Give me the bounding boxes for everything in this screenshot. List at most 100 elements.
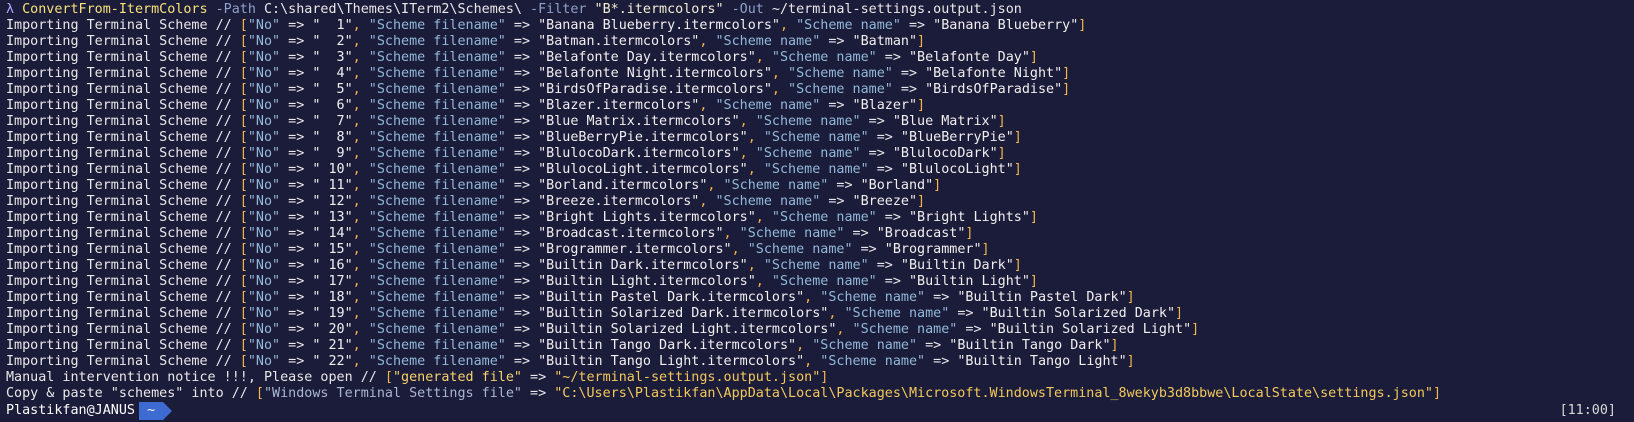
arrow-operator: => <box>288 50 305 65</box>
import-number: " 16" <box>312 258 353 273</box>
filename-key: "Scheme filename" <box>368 258 506 273</box>
scheme-name: "Builtin Pastel Dark" <box>957 290 1127 305</box>
comma: , <box>739 114 756 129</box>
bracket-open: [ <box>239 290 248 305</box>
no-key: "No" <box>247 338 281 353</box>
scheme-filename: "BirdsOfParadise.itermcolors" <box>538 82 772 97</box>
import-line: Importing Terminal Scheme // ["No" => " … <box>6 194 1628 210</box>
powerline-arrow-icon <box>163 402 173 420</box>
no-key: "No" <box>247 242 281 257</box>
bracket-open: [ <box>239 226 248 241</box>
arrow-operator: => <box>957 306 974 321</box>
no-key: "No" <box>247 114 281 129</box>
import-number: " 12" <box>312 194 353 209</box>
arrow-operator: => <box>288 98 305 113</box>
scheme-filename: "Batman.itermcolors" <box>538 34 700 49</box>
scheme-filename: "Belafonte Night.itermcolors" <box>538 66 772 81</box>
arrow-operator: => <box>876 162 893 177</box>
import-number: " 22" <box>312 354 353 369</box>
comma: , <box>723 226 740 241</box>
bracket-close: ] <box>1029 274 1038 289</box>
comma: , <box>352 98 369 113</box>
import-prefix: Importing Terminal Scheme // <box>6 162 232 177</box>
arrow-operator: => <box>513 338 531 353</box>
command-line: λ ConvertFrom-ItermColors -Path C:\share… <box>6 2 1628 18</box>
comma: , <box>747 258 764 273</box>
bracket-close: ] <box>1013 130 1022 145</box>
import-line: Importing Terminal Scheme // ["No" => " … <box>6 242 1628 258</box>
import-number: " 4" <box>312 66 353 81</box>
import-line: Importing Terminal Scheme // ["No" => " … <box>6 146 1628 162</box>
comma: , <box>352 258 369 273</box>
import-prefix: Importing Terminal Scheme // <box>6 242 232 257</box>
import-line: Importing Terminal Scheme // ["No" => " … <box>6 82 1628 98</box>
comma: , <box>352 146 369 161</box>
name-key: "Scheme name" <box>755 146 861 161</box>
scheme-filename: "Builtin Pastel Dark.itermcolors" <box>538 290 805 305</box>
arrow-operator: => <box>900 82 918 97</box>
scheme-filename: "Builtin Tango Dark.itermcolors" <box>538 338 797 353</box>
no-key: "No" <box>247 306 281 321</box>
comma: , <box>352 210 369 225</box>
arrow-operator: => <box>513 258 531 273</box>
import-prefix: Importing Terminal Scheme // <box>6 322 232 337</box>
import-prefix: Importing Terminal Scheme // <box>6 34 232 49</box>
arrow-operator: => <box>288 66 305 81</box>
scheme-filename: "Builtin Dark.itermcolors" <box>538 258 748 273</box>
scheme-filename: "Breeze.itermcolors" <box>538 194 700 209</box>
import-number: " 13" <box>312 210 353 225</box>
name-key: "Scheme name" <box>771 50 877 65</box>
bracket-open: [ <box>239 178 248 193</box>
arrow-operator: => <box>530 370 547 385</box>
filename-key: "Scheme filename" <box>368 18 506 33</box>
import-line: Importing Terminal Scheme // ["No" => " … <box>6 18 1628 34</box>
import-number: " 3" <box>312 50 353 65</box>
name-key: "Scheme name" <box>788 82 893 97</box>
scheme-name: "Bright Lights" <box>908 210 1030 225</box>
scheme-filename: "Blue Matrix.itermcolors" <box>538 114 740 129</box>
bracket-close: ] <box>1110 338 1119 353</box>
import-line: Importing Terminal Scheme // ["No" => " … <box>6 130 1628 146</box>
arrow-operator: => <box>900 66 918 81</box>
scheme-filename: "Builtin Light.itermcolors" <box>538 274 756 289</box>
arrow-operator: => <box>513 162 531 177</box>
scheme-name: "Banana Blueberry" <box>933 18 1079 33</box>
scheme-name: "Borland" <box>860 178 934 193</box>
notice-text: Manual intervention notice !!!, Please o… <box>6 370 377 385</box>
arrow-operator: => <box>513 18 531 33</box>
arrow-operator: => <box>828 34 845 49</box>
no-key: "No" <box>247 322 281 337</box>
filename-key: "Scheme filename" <box>368 322 506 337</box>
shell-prompt[interactable]: Plastikfan@JANUS ~ [11:00] <box>6 402 1628 420</box>
bracket-close: ] <box>1126 354 1135 369</box>
arrow-operator: => <box>828 194 845 209</box>
bracket-close: ] <box>1191 322 1200 337</box>
arrow-operator: => <box>852 226 869 241</box>
arrow-operator: => <box>884 210 901 225</box>
bracket-open: [ <box>239 130 248 145</box>
import-number: " 11" <box>312 178 353 193</box>
filename-key: "Scheme filename" <box>368 178 506 193</box>
arrow-operator: => <box>513 306 531 321</box>
scheme-filename: "Builtin Solarized Dark.itermcolors" <box>538 306 829 321</box>
bracket-close: ] <box>1013 258 1022 273</box>
import-prefix: Importing Terminal Scheme // <box>6 82 232 97</box>
arrow-operator: => <box>288 322 305 337</box>
import-output: Importing Terminal Scheme // ["No" => " … <box>6 18 1628 370</box>
comma: , <box>699 194 716 209</box>
import-number: " 20" <box>312 322 353 337</box>
arrow-operator: => <box>836 178 853 193</box>
filename-key: "Scheme filename" <box>368 306 506 321</box>
import-prefix: Importing Terminal Scheme // <box>6 306 232 321</box>
no-key: "No" <box>247 194 281 209</box>
scheme-name: "Builtin Dark" <box>900 258 1014 273</box>
import-line: Importing Terminal Scheme // ["No" => " … <box>6 210 1628 226</box>
comma: , <box>352 354 369 369</box>
cmdlet-name: ConvertFrom-ItermColors <box>22 2 208 17</box>
bracket-close: ] <box>917 34 926 49</box>
filter-flag: -Filter <box>530 2 587 17</box>
terminal-window[interactable]: λ ConvertFrom-ItermColors -Path C:\share… <box>0 2 1634 422</box>
import-prefix: Importing Terminal Scheme // <box>6 66 232 81</box>
import-line: Importing Terminal Scheme // ["No" => " … <box>6 178 1628 194</box>
arrow-operator: => <box>513 66 531 81</box>
